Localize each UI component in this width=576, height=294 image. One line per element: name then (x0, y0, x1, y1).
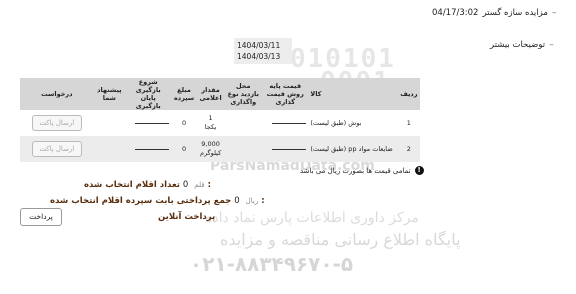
watermark-digits-1: 010101 (290, 44, 396, 74)
header-request: درخواست (20, 78, 94, 110)
dash-icon: – (549, 40, 554, 50)
row-base-price (262, 136, 309, 162)
header-deposit: مبلغ سپرده (171, 78, 197, 110)
count-value: 0 (182, 180, 189, 190)
more-details-label: توضیحات بیشتر (490, 40, 546, 50)
row-idx: 1 (397, 110, 420, 136)
row-desc: بوش (طبق لیست) (308, 110, 398, 136)
empty-line (272, 122, 307, 124)
deposit-unit: ریال (245, 197, 259, 205)
table-row: 1 بوش (طبق لیست) 1 یکجا 0 ارسال پاکت (20, 110, 420, 136)
send-envelope-button[interactable]: ارسال پاکت (31, 141, 82, 157)
watermark-phone: ۰۲۱-۸۸۳۴۹۶۷۰-۵ (190, 252, 354, 276)
qty-unit: کیلوگرم (199, 149, 222, 157)
row-deposit: 0 (171, 110, 197, 136)
qty-value: 1 (208, 114, 213, 122)
send-envelope-button[interactable]: ارسال پاکت (31, 115, 82, 131)
row-start (125, 136, 172, 162)
deposit-label: جمع پرداختی بابت سپرده اقلام انتخاب شده: (50, 196, 265, 206)
row-base-price (262, 110, 309, 136)
row-offer (93, 110, 126, 136)
header-desc: کالا (308, 78, 398, 110)
watermark-line-2: پایگاه اطلاع رسانی مناقصه و مزایده (220, 230, 461, 249)
dash-icon: – (551, 8, 557, 18)
empty-line (272, 148, 307, 150)
selected-count: قلم 0 تعداد اقلام انتخاب شده: (62, 180, 211, 190)
row-offer (93, 136, 126, 162)
online-payment-label: پرداخت آنلاین (158, 212, 216, 222)
auction-header: 04/17/3:02 مزایده سازه گستر – (432, 8, 556, 18)
table-header-row: ردیف کالا قیمت پایه روش قیمت گذاری محل ب… (20, 78, 420, 110)
items-table: ردیف کالا قیمت پایه روش قیمت گذاری محل ب… (20, 78, 420, 162)
qty-unit: یکجا (204, 123, 217, 131)
watermark-line-1: مرکز داوری اطلاعات پارس نماد داده (205, 210, 419, 226)
row-visit (224, 136, 263, 162)
header-offer: پیشنهاد شما (93, 78, 126, 110)
pay-button[interactable]: پرداخت (20, 208, 62, 226)
row-desc: ضایعات مواد pp (طبق لیست) (308, 136, 398, 162)
row-visit (224, 110, 263, 136)
row-qty: 1 یکجا (196, 110, 225, 136)
empty-line (135, 148, 170, 150)
row-request: ارسال پاکت (20, 136, 94, 162)
empty-line (135, 122, 170, 124)
header-idx: ردیف (397, 78, 420, 110)
qty-value: 9,000 (201, 140, 220, 148)
row-request: ارسال پاکت (20, 110, 94, 136)
deposit-total: ریال 0 جمع پرداختی بابت سپرده اقلام انتخ… (48, 196, 265, 206)
more-details-link[interactable]: توضیحات بیشتر – (490, 40, 554, 50)
header-base-price: قیمت پایه روش قیمت گذاری (262, 78, 309, 110)
header-start: شروع بازگیری پایان بازگیری (125, 78, 172, 110)
dates-box: 1404/03/11 1404/03/13 (234, 38, 292, 64)
header-title: مزایده سازه گستر (482, 8, 548, 18)
info-icon: ! (414, 166, 424, 175)
header-qty: مقدار اعلامی (196, 78, 225, 110)
header-date: 04/17/3:02 (432, 8, 479, 18)
row-deposit: 0 (171, 136, 197, 162)
currency-note: تمامی قیمت ها بصورت ریال می باشد ! (300, 166, 424, 175)
end-date: 1404/03/13 (237, 52, 281, 61)
deposit-value: 0 (234, 196, 240, 206)
row-idx: 2 (397, 136, 420, 162)
header-visit: محل بازدید نوع واگذاری (224, 78, 263, 110)
count-unit: قلم (194, 181, 205, 189)
start-date: 1404/03/11 (237, 41, 281, 50)
table-row: 2 ضایعات مواد pp (طبق لیست) 9,000 کیلوگر… (20, 136, 420, 162)
note-text: تمامی قیمت ها بصورت ریال می باشد (300, 166, 411, 175)
count-label: تعداد اقلام انتخاب شده: (84, 180, 212, 190)
row-start (125, 110, 172, 136)
row-qty: 9,000 کیلوگرم (196, 136, 225, 162)
